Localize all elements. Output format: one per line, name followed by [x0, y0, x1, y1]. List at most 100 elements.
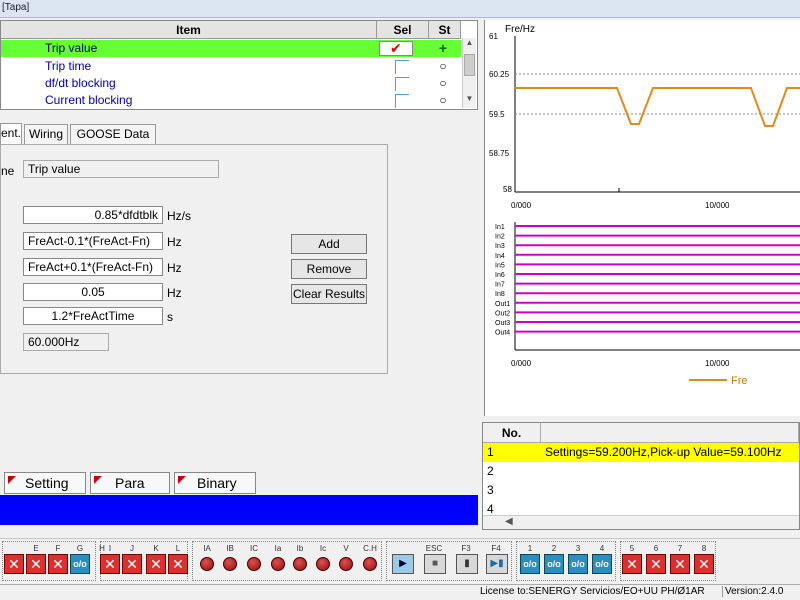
analog-label: IB: [226, 544, 234, 553]
grid-row-dfdt-blocking[interactable]: df/dt blocking ○: [1, 75, 461, 92]
key-label: F3: [461, 544, 471, 553]
unit-label: s: [167, 310, 173, 324]
row-text: Settings=59.200Hz,Pick-up Value=59.100Hz: [545, 445, 782, 459]
grid-row-current-blocking[interactable]: Current blocking ○: [1, 92, 461, 109]
frequency-readout: 60.000Hz: [23, 333, 109, 351]
output-label: 7: [677, 544, 683, 553]
channel-label: In4: [495, 253, 505, 260]
status-circle-icon: ○: [439, 59, 447, 73]
tab-goose-data[interactable]: GOOSE Data: [70, 124, 156, 144]
input-d-button[interactable]: ✕: [4, 554, 24, 574]
end-frequency-input[interactable]: FreAct+0.1*(FreAct-Fn): [23, 258, 163, 276]
results-row[interactable]: 1 Settings=59.200Hz,Pick-up Value=59.100…: [483, 443, 799, 462]
row-number: 3: [487, 483, 494, 497]
key-label: F4: [491, 544, 501, 553]
next-button[interactable]: ▶▮: [486, 554, 508, 574]
channel-label: Out3: [495, 320, 510, 327]
output-4-button[interactable]: o/o: [592, 554, 612, 574]
step-time-input[interactable]: 1.2*FreActTime: [23, 307, 163, 325]
input-i-button[interactable]: ✕: [100, 554, 120, 574]
clear-results-button[interactable]: Clear Results: [291, 284, 367, 304]
column-header-sel[interactable]: Sel: [377, 21, 429, 39]
stop-button[interactable]: ■: [424, 554, 446, 574]
input-label: L: [175, 544, 181, 553]
tab-para[interactable]: Para: [90, 472, 170, 494]
scroll-thumb[interactable]: [464, 54, 475, 76]
waveform-svg: Fre/Hz 61 60.25 59.5 58.75 58 0/000 10/0…: [489, 24, 800, 387]
input-l-button[interactable]: ✕: [168, 554, 188, 574]
trip-value-setting-input[interactable]: 0.85*dfdtblk: [23, 206, 163, 224]
y-tick-label: 58: [503, 185, 512, 194]
item-name-field: Trip value: [23, 160, 219, 178]
output-5-button[interactable]: ✕: [622, 554, 642, 574]
output-3-button[interactable]: o/o: [568, 554, 588, 574]
frequency-trace: [515, 87, 800, 127]
select-checkbox[interactable]: [383, 94, 413, 109]
tab-label: Para: [115, 475, 145, 491]
control-toolbar: E F G H ✕ ✕ ✕ o/o I J K L ✕ ✕ ✕ ✕ IA IB …: [0, 538, 800, 582]
results-row[interactable]: 3: [483, 481, 799, 500]
led-ic2-indicator: [316, 557, 330, 571]
add-button[interactable]: Add: [291, 234, 367, 254]
channel-label: In6: [495, 272, 505, 279]
output-label: 6: [653, 544, 659, 553]
input-label: J: [130, 544, 134, 553]
scroll-down-icon[interactable]: ▼: [463, 94, 476, 108]
column-header-item[interactable]: Item: [1, 21, 377, 39]
led-v-indicator: [339, 557, 353, 571]
analog-label: Ib: [296, 544, 304, 553]
status-circle-icon: ○: [439, 93, 447, 107]
output-label: 4: [599, 544, 605, 553]
results-table: No. 1 Settings=59.200Hz,Pick-up Value=59…: [482, 422, 800, 530]
column-header-st[interactable]: St: [429, 21, 461, 39]
output-7-button[interactable]: ✕: [670, 554, 690, 574]
grid-row-trip-time[interactable]: Trip time ○: [1, 58, 461, 75]
status-plus-icon: +: [438, 40, 448, 56]
output-label: 2: [551, 544, 557, 553]
channel-label: In1: [495, 224, 505, 231]
x-tick-label: 10/000: [705, 201, 730, 210]
input-e-button[interactable]: ✕: [26, 554, 46, 574]
step-button[interactable]: ▮: [456, 554, 478, 574]
results-row[interactable]: 2: [483, 462, 799, 481]
output-8-button[interactable]: ✕: [694, 554, 714, 574]
checkbox-frame: [395, 60, 409, 74]
output-2-button[interactable]: o/o: [544, 554, 564, 574]
tab-element[interactable]: ent.: [0, 123, 22, 145]
tab-binary[interactable]: Binary: [174, 472, 256, 494]
analog-label: IA: [203, 544, 211, 553]
waveform-panel: Fre/Hz 61 60.25 59.5 58.75 58 0/000 10/0…: [484, 20, 800, 416]
input-k-button[interactable]: ✕: [146, 554, 166, 574]
play-button[interactable]: ▶: [392, 554, 414, 574]
x-tick-label: 10/000: [705, 359, 730, 368]
input-j-button[interactable]: ✕: [122, 554, 142, 574]
analog-label: IC: [250, 544, 258, 553]
y-tick-label: 60.25: [489, 70, 510, 79]
start-frequency-input[interactable]: FreAct-0.1*(FreAct-Fn): [23, 232, 163, 250]
row-number: 2: [487, 464, 494, 478]
scroll-up-icon[interactable]: ▲: [463, 38, 476, 52]
tab-setting[interactable]: Setting: [4, 472, 86, 494]
select-checkbox[interactable]: ✔: [379, 40, 413, 56]
remove-button[interactable]: Remove: [291, 259, 367, 279]
step-input[interactable]: 0.05: [23, 283, 163, 301]
input-g-button[interactable]: o/o: [70, 554, 90, 574]
results-header-text: [541, 423, 799, 443]
output-label: 5: [629, 544, 635, 553]
input-f-button[interactable]: ✕: [48, 554, 68, 574]
tab-wiring[interactable]: Wiring: [24, 124, 68, 144]
y-tick-label: 61: [489, 32, 498, 41]
led-ch-indicator: [363, 557, 377, 571]
scroll-left-icon[interactable]: ◀: [505, 516, 513, 527]
unit-label: Hz: [167, 235, 182, 249]
input-label: F: [55, 544, 61, 553]
grid-scrollbar[interactable]: ▲ ▼: [462, 38, 476, 108]
window-title: [Tapa]: [2, 2, 30, 13]
output-1-button[interactable]: o/o: [520, 554, 540, 574]
grid-row-trip-value[interactable]: Trip value ✔ +: [1, 40, 461, 57]
tab-label: Setting: [25, 475, 69, 491]
input-label: E: [33, 544, 39, 553]
output-6-button[interactable]: ✕: [646, 554, 666, 574]
results-hscrollbar[interactable]: ◀: [483, 515, 799, 529]
progress-bar: [0, 495, 478, 525]
